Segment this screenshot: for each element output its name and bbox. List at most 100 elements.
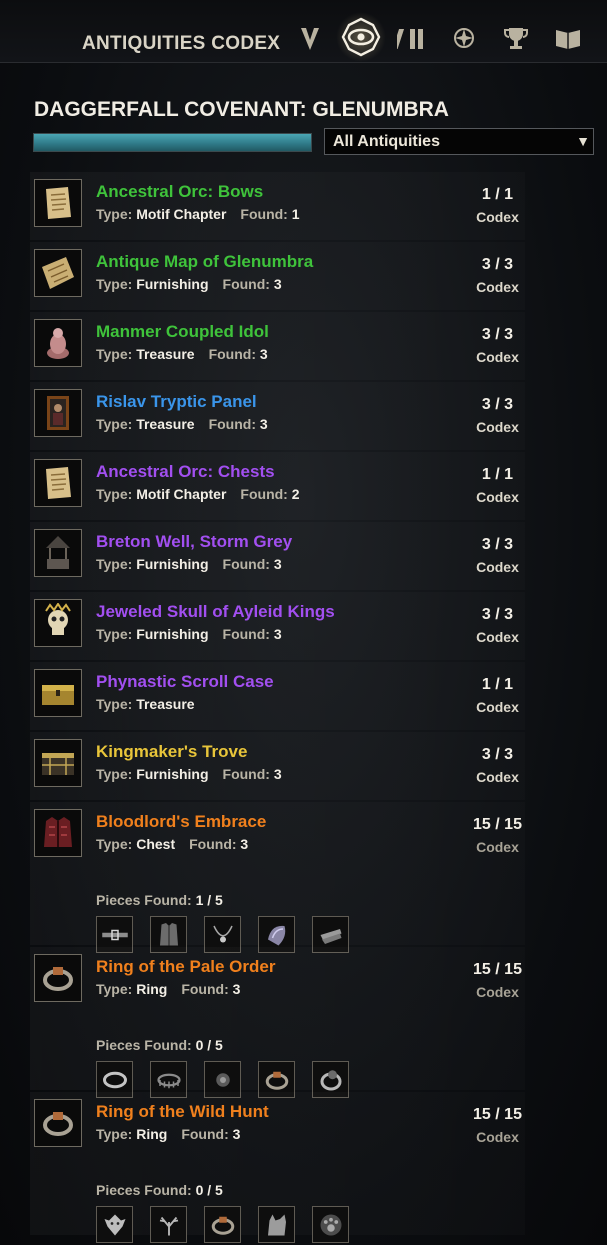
pieces-found-value: 0 / 5 <box>195 1037 223 1053</box>
antler-icon[interactable] <box>150 1206 187 1243</box>
antiquity-name[interactable]: Breton Well, Storm Grey <box>96 532 292 552</box>
codex-count: 15 / 15 <box>473 816 522 833</box>
type-label: Type: <box>96 486 133 502</box>
open-book-icon[interactable] <box>550 20 586 56</box>
ring-icon[interactable] <box>34 954 82 1002</box>
codex-link[interactable]: Codex <box>450 1129 545 1145</box>
antiquity-meta: Type: Ring Found: 3 <box>96 981 240 997</box>
well-icon[interactable] <box>34 529 82 577</box>
antiquity-row[interactable]: Manmer Coupled Idol Type: Treasure Found: … <box>30 312 590 382</box>
antiquity-name[interactable]: Ring of the Pale Order <box>96 957 275 977</box>
zone-progress-bar <box>33 133 312 152</box>
compass-star-icon[interactable] <box>446 20 482 56</box>
found-value: 3 <box>259 416 268 432</box>
ring-icon[interactable] <box>34 1099 82 1147</box>
codex-link[interactable]: Codex <box>450 984 545 1000</box>
found-label: Found: <box>222 276 270 292</box>
antiquity-meta: Type: Ring Found: 3 <box>96 1126 240 1142</box>
antiquity-name[interactable]: Bloodlord's Embrace <box>96 812 266 832</box>
type-value: Furnishing <box>136 766 209 782</box>
journal-books-icon[interactable] <box>394 20 430 56</box>
antiquity-name[interactable]: Rislav Tryptic Panel <box>96 392 257 412</box>
pieces-found: Pieces Found: 1 / 5 <box>96 892 223 908</box>
idol-icon[interactable] <box>34 319 82 367</box>
codex-link[interactable]: Codex <box>450 349 545 365</box>
antiquity-set-row[interactable]: Ring of the Wild Hunt Type: Ring Found: 3 1… <box>30 1092 590 1243</box>
antiquity-name[interactable]: Ring of the Wild Hunt <box>96 1102 269 1122</box>
found-value: 3 <box>232 1126 241 1142</box>
antiquity-name[interactable]: Ancestral Orc: Bows <box>96 182 263 202</box>
codex-link[interactable]: Codex <box>450 629 545 645</box>
wolf-icon[interactable] <box>258 1206 295 1243</box>
chest-icon[interactable] <box>34 669 82 717</box>
antiquity-row[interactable]: Breton Well, Storm Grey Type: Furnishing F… <box>30 522 590 592</box>
antiquity-name[interactable]: Ancestral Orc: Chests <box>96 462 275 482</box>
antiquity-set-row[interactable]: Ring of the Pale Order Type: Ring Found: 3… <box>30 947 590 1098</box>
antiquity-meta: Type: Motif Chapter Found: 1 <box>96 206 300 222</box>
found-value: 3 <box>273 766 282 782</box>
pieces-found-label: Pieces Found: <box>96 1037 192 1053</box>
codex-link[interactable]: Codex <box>450 769 545 785</box>
type-label: Type: <box>96 836 133 852</box>
paw-rune-icon[interactable] <box>312 1206 349 1243</box>
type-label: Type: <box>96 276 133 292</box>
tracker-icon[interactable] <box>292 20 328 56</box>
armor-chest-icon[interactable] <box>34 809 82 857</box>
found-value: 3 <box>273 276 282 292</box>
antiquity-name[interactable]: Jeweled Skull of Ayleid Kings <box>96 602 335 622</box>
antiquity-row[interactable]: Ancestral Orc: Bows Type: Motif Chapter Fo… <box>30 172 590 242</box>
type-label: Type: <box>96 626 133 642</box>
portrait-panel-icon[interactable] <box>34 389 82 437</box>
antiquity-meta: Type: Furnishing Found: 3 <box>96 556 282 572</box>
codex-count: 1 / 1 <box>481 676 514 693</box>
found-label: Found: <box>208 416 256 432</box>
map-scroll-icon[interactable] <box>34 249 82 297</box>
type-label: Type: <box>96 1126 133 1142</box>
antiquity-name[interactable]: Phynastic Scroll Case <box>96 672 274 692</box>
antiquity-row[interactable]: Ancestral Orc: Chests Type: Motif Chapter… <box>30 452 590 522</box>
codex-link[interactable]: Codex <box>450 209 545 225</box>
antiquity-row[interactable]: Antique Map of Glenumbra Type: Furnishing… <box>30 242 590 312</box>
trophy-icon[interactable] <box>498 20 534 56</box>
antiquity-row[interactable]: Kingmaker's Trove Type: Furnishing Found: … <box>30 732 590 802</box>
codex-link[interactable]: Codex <box>450 699 545 715</box>
parchment-icon[interactable] <box>34 459 82 507</box>
codex-link[interactable]: Codex <box>450 489 545 505</box>
codex-link[interactable]: Codex <box>450 559 545 575</box>
antiquity-name[interactable]: Manmer Coupled Idol <box>96 322 269 342</box>
filter-dropdown[interactable]: All Antiquities ▼ <box>324 128 594 155</box>
antiquity-name[interactable]: Kingmaker's Trove <box>96 742 247 762</box>
found-label: Found: <box>240 206 288 222</box>
antiquities-list: Ancestral Orc: Bows Type: Motif Chapter Fo… <box>30 172 590 1243</box>
parchment-icon[interactable] <box>34 179 82 227</box>
antiquity-name[interactable]: Antique Map of Glenumbra <box>96 252 313 272</box>
codex-count: 3 / 3 <box>481 746 514 763</box>
pieces-found-value: 1 / 5 <box>195 892 223 908</box>
antiquity-set-row[interactable]: Bloodlord's Embrace Type: Chest Found: 3 15… <box>30 802 590 953</box>
skull-icon[interactable] <box>34 599 82 647</box>
trove-icon[interactable] <box>34 739 82 787</box>
wolf-head-icon[interactable] <box>96 1206 133 1243</box>
type-value: Chest <box>136 836 176 852</box>
ring-icon[interactable] <box>204 1206 241 1243</box>
type-label: Type: <box>96 346 133 362</box>
codex-link[interactable]: Codex <box>450 419 545 435</box>
codex-link[interactable]: Codex <box>450 279 545 295</box>
antiquity-row[interactable]: Rislav Tryptic Panel Type: Treasure Found:… <box>30 382 590 452</box>
antiquity-meta: Type: Treasure <box>96 696 195 712</box>
antiquity-row[interactable]: Jeweled Skull of Ayleid Kings Type: Furni… <box>30 592 590 662</box>
antiquity-row[interactable]: Phynastic Scroll Case Type: Treasure 1 / 1… <box>30 662 590 732</box>
dropdown-arrow-icon[interactable]: ▼ <box>576 133 590 149</box>
codex-link[interactable]: Codex <box>450 839 545 855</box>
type-label: Type: <box>96 556 133 572</box>
pieces-found-value: 0 / 5 <box>195 1182 223 1198</box>
codex-eye-icon[interactable] <box>336 12 386 62</box>
found-value: 3 <box>259 346 268 362</box>
found-label: Found: <box>240 486 288 502</box>
type-value: Ring <box>136 981 168 997</box>
type-value: Furnishing <box>136 626 209 642</box>
codex-count: 15 / 15 <box>473 1106 522 1123</box>
found-value: 1 <box>291 206 300 222</box>
antiquity-meta: Type: Motif Chapter Found: 2 <box>96 486 300 502</box>
codex-count: 1 / 1 <box>481 466 514 483</box>
